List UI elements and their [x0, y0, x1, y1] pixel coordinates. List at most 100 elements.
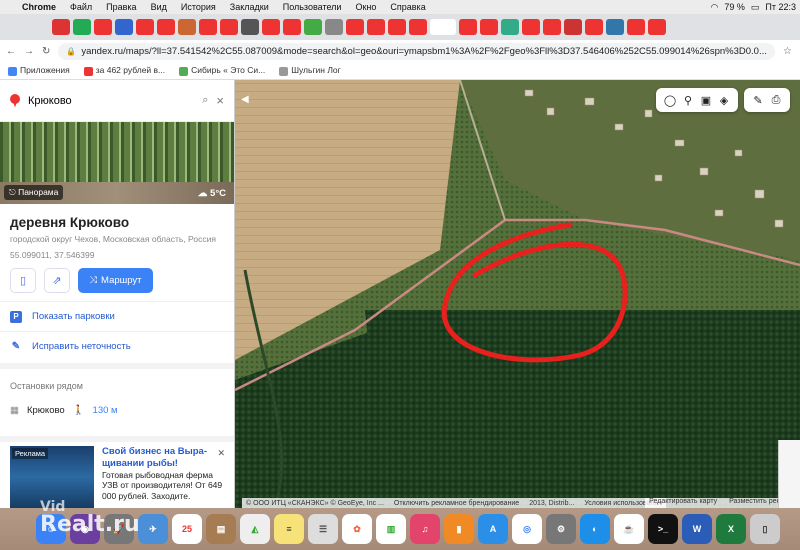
close-icon[interactable]: × — [216, 93, 224, 108]
bookmark-item[interactable]: Сибирь « Это Си... — [179, 65, 265, 76]
stop-item[interactable]: ▦ Крюково 🚶 130 м — [0, 397, 234, 424]
tab-favicon[interactable] — [220, 19, 238, 35]
terminal-icon[interactable]: >_ — [648, 514, 678, 544]
panorama-photo[interactable]: ⎋ Панорама ☁ 5°C — [0, 122, 234, 204]
layers-icon[interactable]: ◈ — [716, 92, 732, 108]
battery-icon[interactable]: ▭ — [751, 2, 760, 13]
bookmark-favicon — [83, 66, 93, 76]
ad-close-icon[interactable]: ✕ — [217, 448, 225, 459]
tab-favicon[interactable] — [648, 19, 666, 35]
share-button[interactable]: ⇗ — [44, 268, 70, 293]
tab-favicon[interactable] — [52, 19, 70, 35]
bus-icon[interactable]: ▣ — [698, 92, 714, 108]
appstore-icon[interactable]: A — [478, 514, 508, 544]
tab-favicon[interactable] — [564, 19, 582, 35]
music-icon[interactable]: ♫ — [410, 514, 440, 544]
excel-icon[interactable]: X — [716, 514, 746, 544]
bookmark-item[interactable]: Шульгин Лог — [279, 65, 341, 76]
maps-icon[interactable]: ◭ — [240, 514, 270, 544]
ad-block[interactable]: Реклама Свой бизнес на Выра- щивании рыб… — [0, 436, 234, 508]
menu-edit[interactable]: Правка — [106, 2, 136, 12]
preview-icon[interactable]: ☕ — [614, 514, 644, 544]
notes-icon[interactable]: ≡ — [274, 514, 304, 544]
tab-favicon[interactable] — [388, 19, 406, 35]
tab-favicon[interactable] — [543, 19, 561, 35]
reminders-icon[interactable]: ☰ — [308, 514, 338, 544]
tab-favicon[interactable] — [325, 19, 343, 35]
photos-icon[interactable]: ✿ — [342, 514, 372, 544]
place-coordinates[interactable]: 55.099011, 37.546399 — [0, 244, 234, 260]
ad-title[interactable]: Свой бизнес на Выра- щивании рыбы! — [102, 446, 225, 470]
chrome-icon[interactable]: ◎ — [512, 514, 542, 544]
menu-window[interactable]: Окно — [355, 2, 376, 12]
tab-favicon[interactable] — [157, 19, 175, 35]
tab-favicon[interactable] — [627, 19, 645, 35]
tab-favicon[interactable] — [199, 19, 217, 35]
battery-percent[interactable]: 79 % — [724, 2, 745, 12]
tab-favicon[interactable] — [94, 19, 112, 35]
books-icon[interactable]: ▮ — [444, 514, 474, 544]
tab-active[interactable] — [430, 19, 456, 35]
bike-icon[interactable]: ⚲ — [680, 92, 696, 108]
search-icon[interactable]: ⌕ — [202, 94, 208, 107]
doc-icon[interactable]: ▯ — [750, 514, 780, 544]
search-input[interactable]: Крюково — [28, 95, 194, 107]
bookmark-apps[interactable]: Приложения — [8, 65, 70, 76]
bookmark-button[interactable]: ▯ — [10, 268, 36, 293]
menu-file[interactable]: Файл — [70, 2, 92, 12]
search-box[interactable]: Крюково ⌕ × — [0, 80, 234, 122]
disable-ads-link[interactable]: Отключить рекламное брендирование — [394, 500, 519, 507]
photos-app-icon[interactable]: ✈ — [138, 514, 168, 544]
numbers-icon[interactable]: ▥ — [376, 514, 406, 544]
print-icon[interactable]: ⎙ — [768, 92, 784, 108]
satellite-image — [235, 80, 800, 508]
tab-favicon[interactable] — [262, 19, 280, 35]
contacts-icon[interactable]: ▤ — [206, 514, 236, 544]
tab-favicon[interactable] — [346, 19, 364, 35]
collapse-panel-icon[interactable]: ◀ — [241, 94, 249, 105]
menu-view[interactable]: Вид — [151, 2, 167, 12]
tab-favicon[interactable] — [480, 19, 498, 35]
bookmark-item[interactable]: за 462 рублей в... — [83, 65, 165, 76]
fix-inaccuracy-link[interactable]: ✎ Исправить неточность — [0, 331, 234, 361]
tab-favicon[interactable] — [459, 19, 477, 35]
safari-icon[interactable]: ◐ — [580, 514, 610, 544]
tab-favicon[interactable] — [115, 19, 133, 35]
tab-favicon[interactable] — [283, 19, 301, 35]
ruler-icon[interactable]: ✎ — [750, 92, 766, 108]
forward-icon[interactable]: → — [24, 46, 34, 57]
clock[interactable]: Пт 22:3 — [765, 2, 796, 12]
panorama-badge[interactable]: ⎋ Панорама — [4, 185, 64, 200]
reload-icon[interactable]: ↻ — [42, 46, 50, 57]
tab-favicon[interactable] — [178, 19, 196, 35]
show-parking-link[interactable]: P Показать парковки — [0, 301, 234, 331]
settings-icon[interactable]: ⚙ — [546, 514, 576, 544]
tab-favicon[interactable] — [241, 19, 259, 35]
menu-app-name[interactable]: Chrome — [22, 2, 56, 12]
tab-favicon[interactable] — [606, 19, 624, 35]
star-icon[interactable]: ☆ — [783, 46, 792, 57]
tab-favicon[interactable] — [522, 19, 540, 35]
tab-favicon[interactable] — [585, 19, 603, 35]
map-view[interactable]: ◀ ◯ ⚲ ▣ ◈ ✎ ⎙ © ООО ИТЦ «СКАНЭКС» © GeoE… — [235, 80, 800, 508]
menu-bookmarks[interactable]: Закладки — [230, 2, 269, 12]
back-icon[interactable]: ← — [6, 46, 16, 57]
edit-map-link[interactable]: Редактировать карту — [649, 498, 717, 508]
tab-favicon[interactable] — [304, 19, 322, 35]
menu-history[interactable]: История — [181, 2, 216, 12]
side-thumbnail[interactable] — [778, 440, 800, 508]
traffic-icon[interactable]: ◯ — [662, 92, 678, 108]
word-icon[interactable]: W — [682, 514, 712, 544]
menu-help[interactable]: Справка — [390, 2, 425, 12]
wifi-icon[interactable]: ◠ — [711, 2, 719, 13]
route-button[interactable]: ⤨ Маршрут — [78, 268, 153, 293]
tab-favicon[interactable] — [73, 19, 91, 35]
tab-favicon[interactable] — [136, 19, 154, 35]
menu-users[interactable]: Пользователи — [283, 2, 342, 12]
tab-favicon[interactable] — [501, 19, 519, 35]
calendar-icon[interactable]: 25 — [172, 514, 202, 544]
tab-favicon[interactable] — [409, 19, 427, 35]
tab-favicon[interactable] — [367, 19, 385, 35]
ad-text-block[interactable]: Свой бизнес на Выра- щивании рыбы! Готов… — [102, 446, 225, 504]
url-field[interactable]: 🔒 yandex.ru/maps/?ll=37.541542%2C55.0870… — [58, 42, 776, 60]
